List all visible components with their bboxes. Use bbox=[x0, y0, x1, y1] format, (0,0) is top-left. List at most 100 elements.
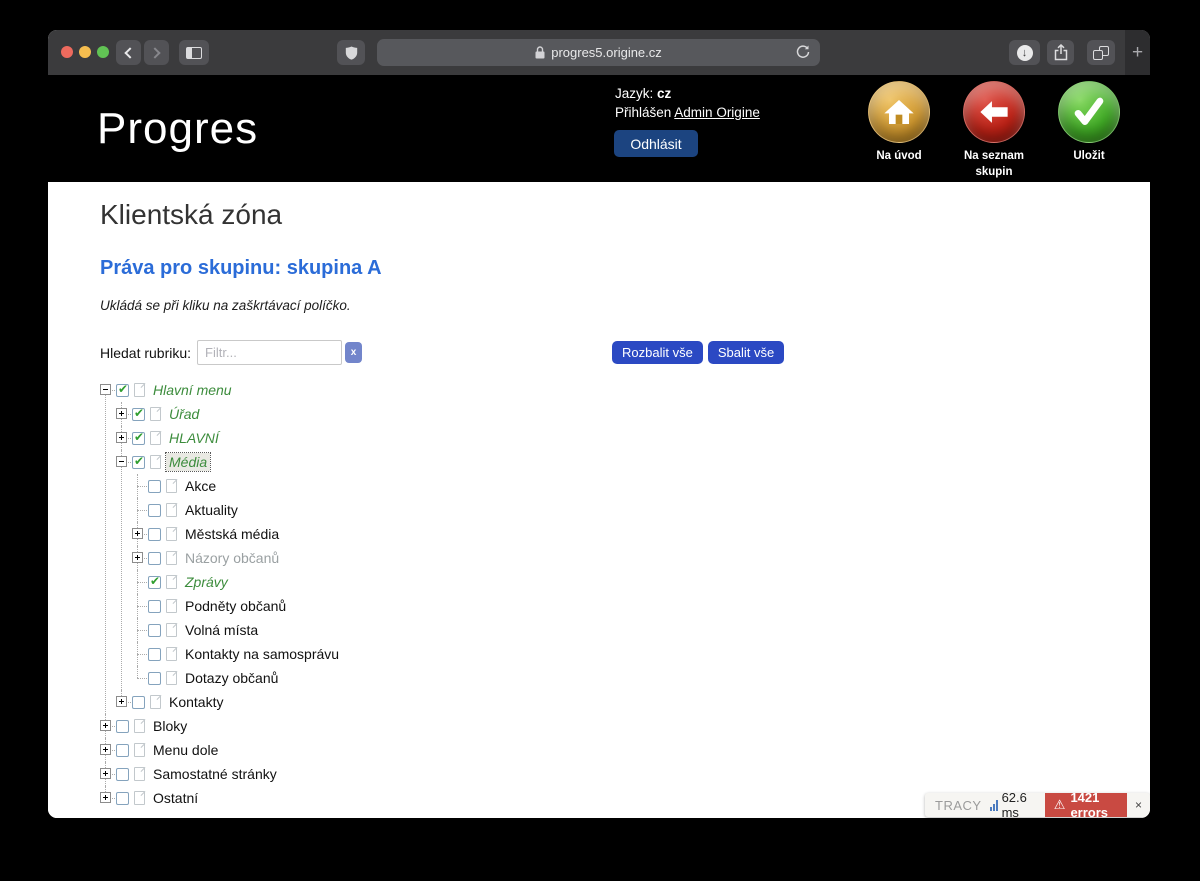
page-icon bbox=[150, 431, 161, 445]
tree-checkbox[interactable] bbox=[148, 576, 161, 589]
page-icon bbox=[166, 599, 177, 613]
expand-plus-icon[interactable] bbox=[116, 408, 127, 419]
tabs-icon bbox=[1093, 46, 1109, 60]
tree-checkbox[interactable] bbox=[132, 456, 145, 469]
forward-button[interactable] bbox=[144, 40, 169, 65]
tree-node-label[interactable]: Dotazy občanů bbox=[182, 669, 281, 687]
downloads-button[interactable] bbox=[1009, 40, 1040, 65]
expand-plus-icon[interactable] bbox=[132, 528, 143, 539]
new-tab-button[interactable]: + bbox=[1125, 30, 1150, 75]
tree-node-label[interactable]: Samostatné stránky bbox=[150, 765, 280, 783]
reload-icon[interactable] bbox=[795, 44, 811, 60]
share-button[interactable] bbox=[1047, 40, 1074, 65]
plus-icon: + bbox=[1132, 42, 1143, 64]
tree-node-label[interactable]: Aktuality bbox=[182, 501, 241, 519]
tree-checkbox[interactable] bbox=[148, 624, 161, 637]
tree-checkbox[interactable] bbox=[148, 672, 161, 685]
expand-plus-icon[interactable] bbox=[116, 432, 127, 443]
tree-checkbox[interactable] bbox=[132, 432, 145, 445]
chevron-left-icon bbox=[124, 47, 135, 58]
site-header: Progres Jazyk: cz Přihlášen Admin Origin… bbox=[48, 75, 1150, 182]
tree-checkbox[interactable] bbox=[148, 648, 161, 661]
tree-node-label[interactable]: Bloky bbox=[150, 717, 190, 735]
tree-checkbox[interactable] bbox=[116, 384, 129, 397]
tree-node-label[interactable]: Městská média bbox=[182, 525, 282, 543]
expand-plus-icon[interactable] bbox=[100, 744, 111, 755]
house-icon bbox=[868, 81, 930, 143]
expand-plus-icon[interactable] bbox=[116, 696, 127, 707]
arrow-left-icon bbox=[963, 81, 1025, 143]
page-icon bbox=[134, 767, 145, 781]
tree-node-label[interactable]: Akce bbox=[182, 477, 219, 495]
tree-node: Bloky bbox=[100, 714, 342, 738]
page-icon bbox=[134, 743, 145, 757]
sidebar-icon bbox=[186, 47, 202, 59]
browser-window: progres5.origine.cz + bbox=[48, 30, 1150, 818]
tree-checkbox[interactable] bbox=[116, 792, 129, 805]
tree-checkbox[interactable] bbox=[148, 504, 161, 517]
tree-node: Kontakty bbox=[116, 690, 342, 714]
page-icon bbox=[150, 455, 161, 469]
tree-node-label[interactable]: Zprávy bbox=[182, 573, 231, 591]
collapse-minus-icon[interactable] bbox=[100, 384, 111, 395]
zoom-window-button[interactable] bbox=[97, 46, 109, 58]
collapse-minus-icon[interactable] bbox=[116, 456, 127, 467]
logout-button[interactable]: Odhlásit bbox=[614, 130, 698, 157]
tree-node-label[interactable]: Podněty občanů bbox=[182, 597, 289, 615]
tree-node-label[interactable]: Názory občanů bbox=[182, 549, 282, 567]
tracy-errors-badge[interactable]: 1421 errors bbox=[1045, 793, 1127, 817]
tree-checkbox[interactable] bbox=[116, 744, 129, 757]
address-bar[interactable]: progres5.origine.cz bbox=[377, 39, 820, 66]
tree-checkbox[interactable] bbox=[148, 552, 161, 565]
tree-checkbox[interactable] bbox=[132, 408, 145, 421]
back-to-groups-button[interactable]: Na seznam skupin bbox=[954, 81, 1034, 180]
nav-button-label: Na úvod bbox=[876, 149, 921, 165]
home-button[interactable]: Na úvod bbox=[859, 81, 939, 180]
logged-in-user-link[interactable]: Admin Origine bbox=[674, 105, 760, 120]
tree-node-label[interactable]: Volná místa bbox=[182, 621, 261, 639]
tree-checkbox[interactable] bbox=[132, 696, 145, 709]
tree-node: Dotazy občanů bbox=[132, 666, 342, 690]
expand-plus-icon[interactable] bbox=[132, 552, 143, 563]
tree-checkbox[interactable] bbox=[148, 528, 161, 541]
expand-plus-icon[interactable] bbox=[100, 768, 111, 779]
rights-tree: Hlavní menuÚřadHLAVNÍMédiaAkceAktualityM… bbox=[100, 378, 342, 810]
save-button[interactable]: Uložit bbox=[1049, 81, 1129, 180]
privacy-report-button[interactable] bbox=[337, 40, 365, 65]
tree-node-label[interactable]: Kontakty bbox=[166, 693, 226, 711]
tree-node-label[interactable]: Média bbox=[166, 453, 210, 471]
sidebar-toggle-button[interactable] bbox=[179, 40, 209, 65]
tree-node-label[interactable]: Menu dole bbox=[150, 741, 221, 759]
clear-filter-button[interactable]: x bbox=[345, 342, 362, 363]
tree-node: Aktuality bbox=[132, 498, 342, 522]
tree-node: Zprávy bbox=[132, 570, 342, 594]
tree-node: Městská média bbox=[132, 522, 342, 546]
tree-checkbox[interactable] bbox=[148, 600, 161, 613]
minimize-window-button[interactable] bbox=[79, 46, 91, 58]
page-icon bbox=[166, 551, 177, 565]
tree-node-label[interactable]: HLAVNÍ bbox=[166, 429, 222, 447]
filter-input[interactable] bbox=[197, 340, 342, 365]
back-button[interactable] bbox=[116, 40, 141, 65]
tracy-close-button[interactable]: × bbox=[1127, 798, 1150, 812]
expand-plus-icon[interactable] bbox=[100, 720, 111, 731]
tree-node: Média Akce Aktuality Městská média Názory ob… bbox=[116, 450, 342, 690]
tree-node: Samostatné stránky bbox=[100, 762, 342, 786]
tree-node-label[interactable]: Hlavní menu bbox=[150, 381, 235, 399]
tab-overview-button[interactable] bbox=[1087, 40, 1115, 65]
tree-node: Kontakty na samosprávu bbox=[132, 642, 342, 666]
lock-icon bbox=[535, 46, 545, 59]
expand-all-button[interactable]: Rozbalit vše bbox=[612, 341, 703, 364]
tree-node-label[interactable]: Kontakty na samosprávu bbox=[182, 645, 342, 663]
tree-checkbox[interactable] bbox=[116, 720, 129, 733]
expand-plus-icon[interactable] bbox=[100, 792, 111, 803]
tree-checkbox[interactable] bbox=[116, 768, 129, 781]
tree-node: Podněty občanů bbox=[132, 594, 342, 618]
tree-node-label[interactable]: Ostatní bbox=[150, 789, 201, 807]
page-icon bbox=[166, 671, 177, 685]
collapse-all-button[interactable]: Sbalit vše bbox=[708, 341, 784, 364]
page-content: Klientská zóna Práva pro skupinu: skupin… bbox=[48, 182, 1150, 818]
close-window-button[interactable] bbox=[61, 46, 73, 58]
tree-checkbox[interactable] bbox=[148, 480, 161, 493]
tree-node-label[interactable]: Úřad bbox=[166, 405, 202, 423]
